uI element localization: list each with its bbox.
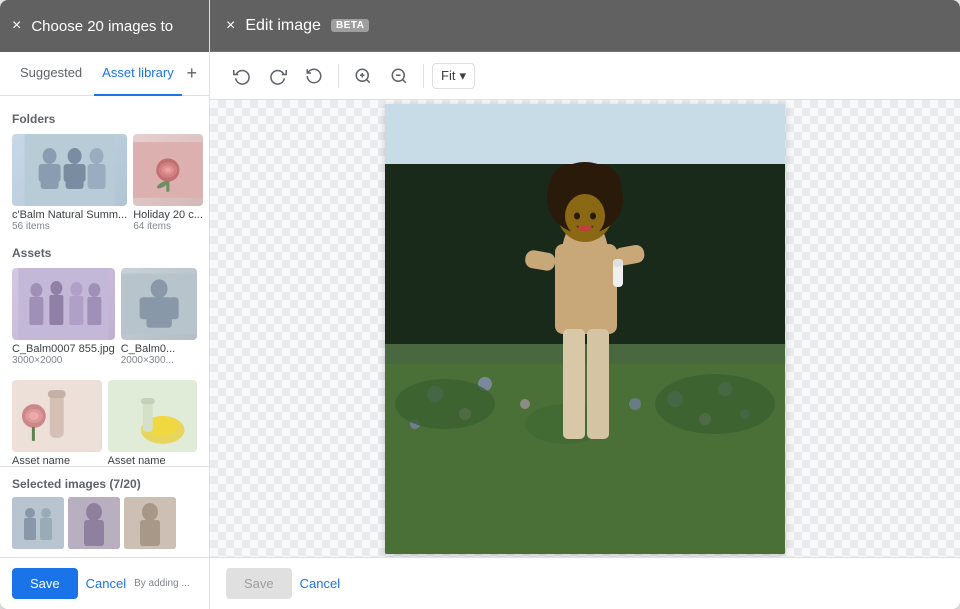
right-panel-title: Edit image xyxy=(245,17,321,35)
asset-name-1: C_Balm0007 855.jpg xyxy=(12,343,115,355)
save-button[interactable]: Save xyxy=(12,568,78,599)
reset-icon xyxy=(305,67,323,85)
asset-name-2: C_Balm0... xyxy=(121,343,197,355)
asset-dims-2: 2000×300... xyxy=(121,355,197,366)
asset-card-2[interactable]: C_Balm0... 2000×300... xyxy=(121,268,197,366)
selected-images-section: Selected images (7/20) xyxy=(0,466,209,557)
assets-section-label: Assets xyxy=(12,246,197,260)
modal-container: × Choose 20 images to Suggested Asset li… xyxy=(0,0,960,609)
right-header: × Edit image BETA xyxy=(210,0,960,52)
folder-name-1: c'Balm Natural Summ... xyxy=(12,209,127,221)
canvas-area xyxy=(210,100,960,557)
add-tab-button[interactable]: + xyxy=(186,63,197,84)
main-image-container xyxy=(385,104,785,554)
folder-count-2: 64 items xyxy=(133,221,203,232)
selected-thumb-3[interactable] xyxy=(124,497,176,549)
folder-card-2[interactable]: Holiday 20 c... 64 items xyxy=(133,134,203,232)
tab-asset-library[interactable]: Asset library xyxy=(94,52,182,96)
asset-thumb-4 xyxy=(108,380,198,452)
reset-button[interactable] xyxy=(298,60,330,92)
folder-count-1: 56 items xyxy=(12,221,127,232)
asset-thumb-svg-4 xyxy=(108,380,198,452)
fit-arrow-icon: ▾ xyxy=(459,68,466,84)
fit-dropdown[interactable]: Fit ▾ xyxy=(432,63,475,89)
selected-thumb-svg-3 xyxy=(124,497,176,549)
right-close-button[interactable]: × xyxy=(226,17,235,35)
selected-thumb-1[interactable] xyxy=(12,497,64,549)
right-footer: Save Cancel xyxy=(210,557,960,609)
asset-thumb-3 xyxy=(12,380,102,452)
cancel-button-right[interactable]: Cancel xyxy=(300,576,340,591)
redo-icon xyxy=(269,67,287,85)
asset-thumb-svg-2 xyxy=(121,268,197,340)
undo-icon xyxy=(233,67,251,85)
tabs-row: Suggested Asset library + xyxy=(0,52,209,96)
left-panel-title: Choose 20 images to xyxy=(31,18,173,35)
asset-card-1[interactable]: C_Balm0007 855.jpg 3000×2000 xyxy=(12,268,115,366)
cancel-button-left[interactable]: Cancel xyxy=(86,576,126,591)
left-footer: Save Cancel By adding ... xyxy=(0,557,209,609)
folder-thumb-svg-1 xyxy=(12,134,127,206)
left-header: × Choose 20 images to xyxy=(0,0,209,52)
asset-thumb-1 xyxy=(12,268,115,340)
toolbar-divider-2 xyxy=(423,64,424,88)
assets-grid-2: Asset name ... xyxy=(12,380,197,466)
undo-button[interactable] xyxy=(226,60,258,92)
selected-thumb-svg-2 xyxy=(68,497,120,549)
tab-suggested[interactable]: Suggested xyxy=(12,52,90,96)
zoom-in-button[interactable] xyxy=(347,60,379,92)
zoom-out-icon xyxy=(390,67,408,85)
right-panel: × Edit image BETA xyxy=(210,0,960,609)
asset-thumb-svg-1 xyxy=(12,268,115,340)
asset-name-4: Asset name xyxy=(108,455,198,466)
folder-card-1[interactable]: c'Balm Natural Summ... 56 items xyxy=(12,134,127,232)
left-close-button[interactable]: × xyxy=(12,18,21,34)
save-button-right[interactable]: Save xyxy=(226,568,292,599)
selected-thumbs-row xyxy=(12,497,197,549)
redo-button[interactable] xyxy=(262,60,294,92)
zoom-in-icon xyxy=(354,67,372,85)
left-content: Folders xyxy=(0,96,209,466)
footer-note: By adding ... xyxy=(134,577,190,590)
main-image xyxy=(385,104,785,554)
asset-thumb-2 xyxy=(121,268,197,340)
asset-dims-1: 3000×2000 xyxy=(12,355,115,366)
toolbar-divider-1 xyxy=(338,64,339,88)
asset-card-4[interactable]: Asset name ... xyxy=(108,380,198,466)
assets-grid-1: C_Balm0007 855.jpg 3000×2000 xyxy=(12,268,197,366)
left-panel: × Choose 20 images to Suggested Asset li… xyxy=(0,0,210,609)
toolbar: Fit ▾ xyxy=(210,52,960,100)
folder-name-2: Holiday 20 c... xyxy=(133,209,203,221)
folder-thumb-2 xyxy=(133,134,203,206)
folder-thumb-svg-2 xyxy=(133,134,203,206)
folders-grid: c'Balm Natural Summ... 56 items xyxy=(12,134,197,232)
folders-section-label: Folders xyxy=(12,112,197,126)
asset-thumb-svg-3 xyxy=(12,380,102,452)
asset-name-3: Asset name xyxy=(12,455,102,466)
zoom-out-button[interactable] xyxy=(383,60,415,92)
selected-images-label: Selected images (7/20) xyxy=(12,477,197,491)
beta-badge: BETA xyxy=(331,19,369,32)
selected-thumb-2[interactable] xyxy=(68,497,120,549)
asset-card-3[interactable]: Asset name ... xyxy=(12,380,102,466)
selected-thumb-svg-1 xyxy=(12,497,64,549)
folder-thumb-1 xyxy=(12,134,127,206)
fit-label: Fit xyxy=(441,68,455,83)
